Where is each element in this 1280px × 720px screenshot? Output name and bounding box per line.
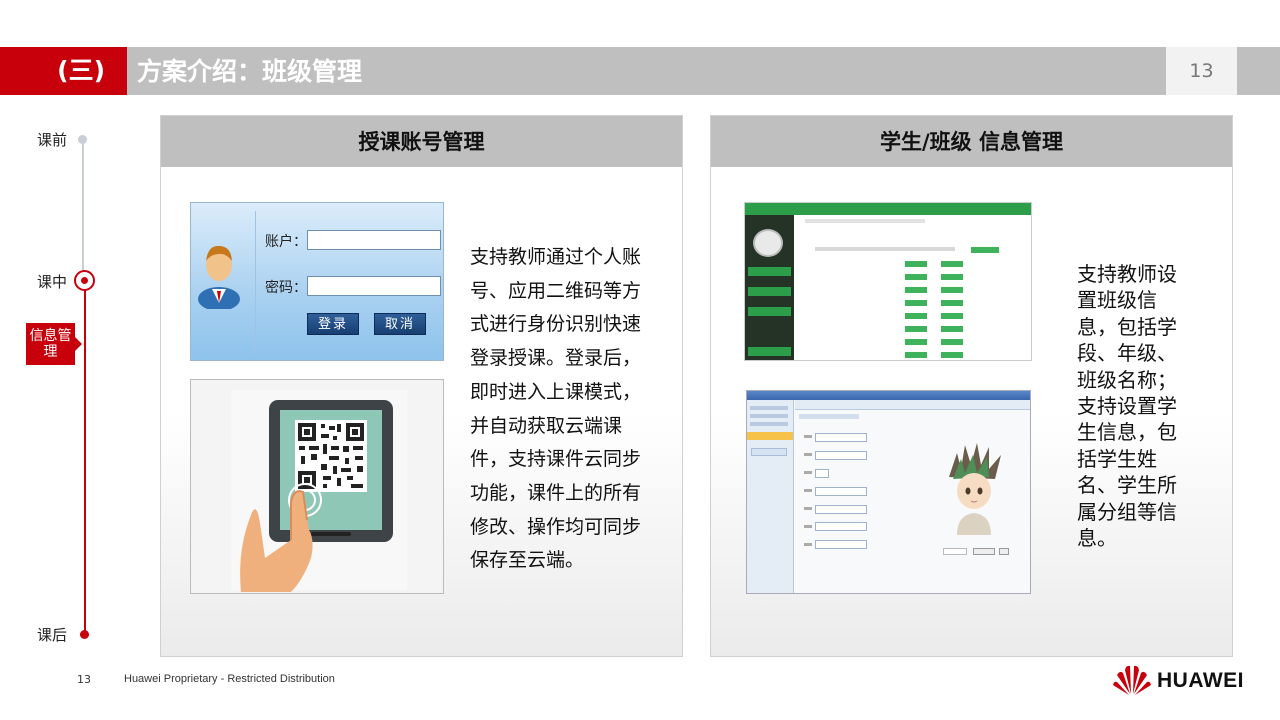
table-row xyxy=(811,298,1011,308)
timeline-dot-during xyxy=(74,270,95,291)
course-system-menu-item xyxy=(748,347,791,356)
student-form-field xyxy=(815,451,867,460)
password-input[interactable] xyxy=(307,276,441,296)
timeline-dot-after xyxy=(80,630,89,639)
student-system-titlebar xyxy=(747,391,1030,400)
table-row xyxy=(811,311,1011,321)
account-description: 支持教师通过个人账号、应用二维码等方式进行身份识别快速登录授课。登录后，即时进入… xyxy=(470,246,642,572)
table-row xyxy=(811,259,1011,269)
timeline-dot-before xyxy=(78,135,87,144)
login-separator xyxy=(255,211,256,354)
course-system-add-button xyxy=(971,247,999,253)
password-label: 密码： xyxy=(265,280,307,296)
page-title: 方案介绍：班级管理 xyxy=(137,57,363,86)
course-system-table-header xyxy=(815,247,955,251)
course-system-avatar xyxy=(753,229,783,257)
course-system-screenshot xyxy=(744,202,1032,361)
timeline-label-before: 课前 xyxy=(37,131,68,149)
timeline-line-red xyxy=(84,281,86,635)
student-system-tabs xyxy=(795,400,1030,410)
student-info-screenshot xyxy=(746,390,1031,594)
title-bar: (三) 方案介绍：班级管理 13 xyxy=(0,47,1280,95)
course-system-menu-item xyxy=(748,307,791,316)
student-avatar-icon xyxy=(949,443,1001,535)
timeline-label-after: 课后 xyxy=(37,626,68,644)
student-form-select xyxy=(815,469,829,478)
page-number: 13 xyxy=(1166,47,1237,95)
student-form-field xyxy=(815,522,867,531)
huawei-brand-text: HUAWEI xyxy=(1157,669,1244,692)
table-row xyxy=(811,337,1011,347)
table-row xyxy=(811,285,1011,295)
tablet-qr-icon xyxy=(231,390,407,592)
section-number: (三) xyxy=(0,47,127,95)
student-form-field xyxy=(815,433,867,442)
course-system-header xyxy=(745,203,1031,215)
course-system-menu-item xyxy=(748,287,791,296)
footer-page-number: 13 xyxy=(77,673,91,686)
student-form-field xyxy=(815,487,867,496)
huawei-logo-icon xyxy=(1113,665,1151,695)
student-system-sidebar xyxy=(747,400,794,593)
account-input[interactable] xyxy=(307,230,441,250)
login-button[interactable]: 登录 xyxy=(307,313,359,335)
timeline-label-during: 课中 xyxy=(37,273,68,291)
table-row xyxy=(811,350,1011,360)
class-info-description: 支持教师设置班级信息，包括学段、年级、班级名称；支持设置学生信息，包括学生姓名、… xyxy=(1077,262,1177,551)
account-panel-title: 授课账号管理 xyxy=(161,116,682,167)
course-system-breadcrumb xyxy=(805,219,925,223)
timeline-line-gray xyxy=(82,139,84,281)
class-info-panel: 学生/班级 信息管理 支持教师设置班级信息，包括学段、年级、班级名称；支持设置学… xyxy=(710,115,1233,657)
cancel-button[interactable]: 取消 xyxy=(374,313,426,335)
login-screenshot: 账户： 密码： 登录 取消 xyxy=(190,202,444,361)
footer-confidentiality: Huawei Proprietary - Restricted Distribu… xyxy=(124,673,335,685)
student-form-field xyxy=(815,505,867,514)
timeline-tag-info: 信息管理 xyxy=(26,323,82,365)
course-system-sidebar xyxy=(745,215,794,360)
user-avatar-icon xyxy=(198,245,240,309)
qr-login-illustration xyxy=(190,379,444,594)
student-form-field xyxy=(815,540,867,549)
account-label: 账户： xyxy=(265,234,307,250)
table-row xyxy=(811,324,1011,334)
account-panel: 授课账号管理 账户： 密码： 登录 取消 支持教师通过个人账号、应用二维码等方式… xyxy=(160,115,683,657)
course-system-menu-item xyxy=(748,267,791,276)
class-info-panel-title: 学生/班级 信息管理 xyxy=(711,116,1232,167)
table-row xyxy=(811,272,1011,282)
